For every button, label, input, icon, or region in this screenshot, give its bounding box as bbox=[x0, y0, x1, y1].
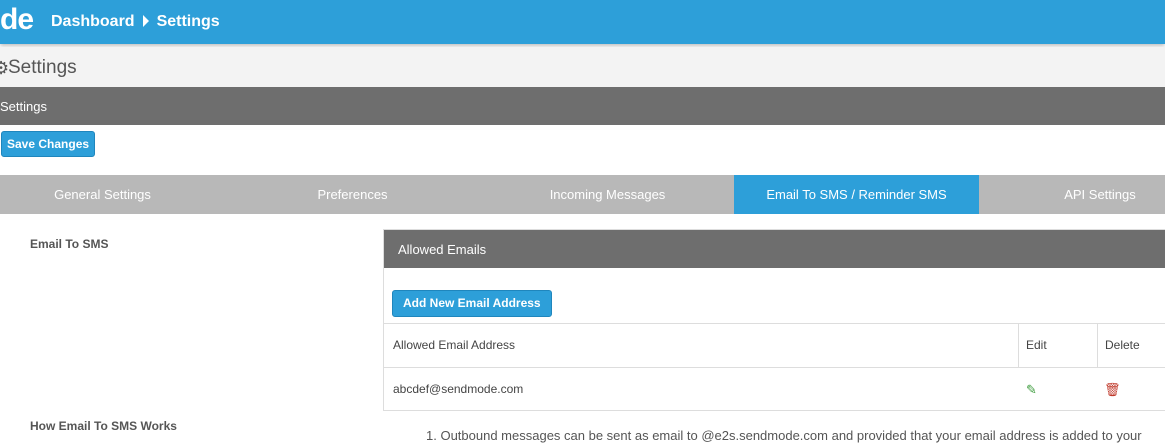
page-title: Settings bbox=[8, 57, 77, 78]
page-header: ⚙ Settings bbox=[0, 47, 1165, 87]
breadcrumb: Dashboard Settings bbox=[51, 13, 220, 31]
how-it-works-text: 1. Outbound messages can be sent as emai… bbox=[426, 428, 1142, 443]
edit-icon[interactable]: ✎ bbox=[1026, 368, 1037, 411]
column-header-email: Allowed Email Address bbox=[393, 338, 516, 352]
table-row: abcdef@sendmode.com ✎ 🗑 bbox=[384, 367, 1165, 411]
table-header-row: Allowed Email Address Edit Delete bbox=[384, 323, 1165, 368]
allowed-emails-title: Allowed Emails bbox=[398, 242, 487, 257]
add-email-button[interactable]: Add New Email Address bbox=[392, 290, 552, 317]
settings-panel-header: Settings bbox=[0, 87, 1165, 125]
email-cell: abcdef@sendmode.com bbox=[393, 382, 524, 396]
settings-tabs: General Settings Preferences Incoming Me… bbox=[0, 175, 1165, 214]
breadcrumb-settings: Settings bbox=[156, 13, 220, 30]
trash-icon[interactable]: 🗑 bbox=[1104, 368, 1121, 411]
column-divider bbox=[1018, 324, 1019, 368]
save-changes-button[interactable]: Save Changes bbox=[1, 131, 96, 157]
logo: de bbox=[0, 3, 34, 36]
tab-email-to-sms[interactable]: Email To SMS / Reminder SMS bbox=[734, 175, 979, 214]
caret-right-icon bbox=[142, 15, 149, 27]
allowed-emails-header: Allowed Emails bbox=[384, 230, 1165, 268]
email-to-sms-label: Email To SMS bbox=[30, 237, 109, 251]
how-it-works-label: How Email To SMS Works bbox=[30, 419, 177, 433]
tab-preferences[interactable]: Preferences bbox=[250, 175, 455, 214]
breadcrumb-dashboard-link[interactable]: Dashboard bbox=[51, 13, 135, 30]
allowed-emails-panel: Allowed Emails Add New Email Address All… bbox=[383, 229, 1165, 411]
tab-incoming-messages[interactable]: Incoming Messages bbox=[505, 175, 710, 214]
column-header-edit: Edit bbox=[1026, 338, 1047, 352]
panel-title: Settings bbox=[0, 99, 47, 114]
tab-general-settings[interactable]: General Settings bbox=[0, 175, 205, 214]
column-header-delete: Delete bbox=[1105, 338, 1140, 352]
tab-api-settings[interactable]: API Settings bbox=[1015, 175, 1165, 214]
column-divider bbox=[1097, 324, 1098, 368]
top-nav-bar: de Dashboard Settings bbox=[0, 0, 1165, 44]
